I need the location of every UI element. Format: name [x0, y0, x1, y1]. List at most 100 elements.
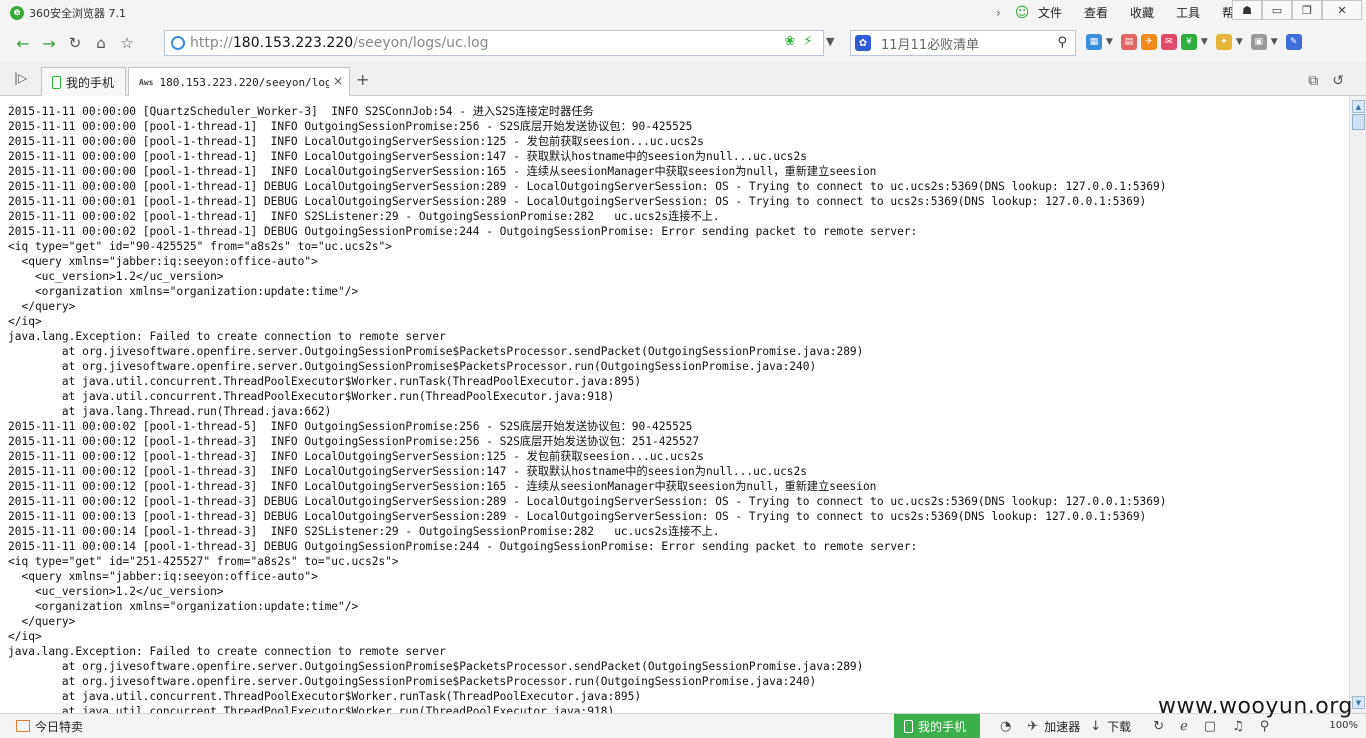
log-line: <iq type="get" id="251-425527" from="a8s…: [8, 555, 399, 568]
tab-label: 我的手机: [66, 75, 115, 90]
log-line: 2015-11-11 00:00:00 [pool-1-thread-1] IN…: [8, 150, 808, 163]
shield-icon[interactable]: ¥: [1180, 34, 1197, 50]
log-line: <organization xmlns="organization:update…: [8, 285, 359, 298]
chevron-down-icon[interactable]: ▼: [1201, 37, 1208, 47]
sidebar-toggle-icon[interactable]: |▷: [14, 71, 27, 85]
download-icon[interactable]: ↓: [1090, 719, 1101, 734]
back-icon[interactable]: ←: [10, 30, 36, 56]
mail-icon[interactable]: ✉: [1160, 34, 1177, 50]
window-controls: ☗ ▭ ❐ ✕: [1232, 0, 1362, 20]
log-line: 2015-11-11 00:00:00 [pool-1-thread-1] IN…: [8, 135, 704, 148]
accelerator-button[interactable]: 加速器: [1044, 718, 1080, 735]
screenshot-icon[interactable]: ▣: [1250, 34, 1267, 50]
phone-icon: [52, 75, 61, 89]
volume-icon[interactable]: ♫: [1232, 719, 1244, 734]
log-line: 2015-11-11 00:00:01 [pool-1-thread-1] DE…: [8, 195, 1147, 208]
url-path: /seeyon/logs/uc.log: [353, 35, 489, 51]
watermark: www.wooyun.org: [1158, 694, 1353, 719]
home-icon[interactable]: ⌂: [88, 30, 114, 56]
window-title: 360安全浏览器 7.1: [29, 6, 126, 20]
new-tab-button[interactable]: +: [356, 70, 369, 89]
phone-icon: [904, 719, 913, 733]
refresh-icon[interactable]: ↻: [1153, 719, 1164, 734]
pin-icon[interactable]: ☗: [1232, 0, 1262, 20]
log-line: <uc_version>1.2</uc_version>: [8, 585, 224, 598]
download-button[interactable]: 下载: [1107, 718, 1131, 735]
log-line: 2015-11-11 00:00:12 [pool-1-thread-3] IN…: [8, 480, 877, 493]
scroll-up-icon[interactable]: ▲: [1352, 100, 1365, 113]
log-line: </iq>: [8, 630, 42, 643]
extension-bar: ▦ ▼ ▤ ✈ ✉ ¥ ▼ ✦ ▼ ▣ ▼ ✎: [1086, 34, 1306, 50]
chevron-down-icon[interactable]: ▼: [1271, 37, 1278, 47]
restore-tabs-icon[interactable]: ⧉: [1308, 73, 1318, 89]
scroll-down-icon[interactable]: ▼: [1352, 696, 1365, 709]
tab-label: 180.153.223.220/seeyon/logs/uc.log: [159, 75, 330, 89]
log-line: 2015-11-11 00:00:02 [pool-1-thread-5] IN…: [8, 420, 693, 433]
tab-my-phone[interactable]: 我的手机: [41, 67, 126, 96]
my-phone-button[interactable]: 我的手机: [894, 714, 980, 738]
log-line: at java.lang.Thread.run(Thread.java:662): [8, 405, 332, 418]
log-line: at java.util.concurrent.ThreadPoolExecut…: [8, 390, 615, 403]
page-content: 2015-11-11 00:00:00 [QuartzScheduler_Wor…: [0, 96, 1349, 713]
log-line: at java.util.concurrent.ThreadPoolExecut…: [8, 705, 615, 713]
log-line: 2015-11-11 00:00:12 [pool-1-thread-3] IN…: [8, 465, 808, 478]
address-bar[interactable]: http://180.153.223.220/seeyon/logs/uc.lo…: [164, 30, 824, 56]
chevron-right-icon[interactable]: ›: [996, 6, 1008, 20]
menu-view[interactable]: 查看: [1084, 4, 1108, 21]
log-line: 2015-11-11 00:00:00 [pool-1-thread-1] DE…: [8, 180, 1167, 193]
baidu-paw-icon[interactable]: ✿: [855, 35, 871, 51]
forward-icon[interactable]: →: [36, 30, 62, 56]
log-line: at org.jivesoftware.openfire.server.Outg…: [8, 660, 864, 673]
speed-icon[interactable]: ◔: [1000, 719, 1011, 734]
log-line: at java.util.concurrent.ThreadPoolExecut…: [8, 690, 642, 703]
url-text[interactable]: http://180.153.223.220/seeyon/logs/uc.lo…: [190, 35, 489, 51]
zoom-icon[interactable]: ⚲: [1260, 719, 1270, 734]
ie-icon[interactable]: ℯ: [1180, 719, 1188, 734]
lightning-icon[interactable]: ⚡: [799, 34, 817, 49]
chevron-down-icon[interactable]: ▼: [1236, 37, 1243, 47]
scroll-thumb[interactable]: [1352, 114, 1365, 130]
log-line: java.lang.Exception: Failed to create co…: [8, 645, 446, 658]
chevron-down-icon[interactable]: ▼: [826, 35, 834, 48]
maximize-button[interactable]: ❐: [1292, 0, 1322, 20]
search-input[interactable]: 11月11必败清单: [881, 34, 979, 53]
close-button[interactable]: ✕: [1322, 0, 1362, 20]
window-icon[interactable]: ▢: [1204, 719, 1216, 734]
log-line: <organization xmlns="organization:update…: [8, 600, 359, 613]
url-host: 180.153.223.220: [232, 35, 354, 51]
log-line: </query>: [8, 615, 76, 628]
apps-icon[interactable]: ▦: [1086, 34, 1102, 50]
flight-icon[interactable]: ✈: [1140, 34, 1157, 50]
zoom-level[interactable]: 100%: [1329, 720, 1358, 731]
menu-file[interactable]: 文件: [1038, 4, 1062, 21]
tab-log[interactable]: Aws 180.153.223.220/seeyon/logs/uc.log ×: [128, 67, 350, 96]
user-icon[interactable]: ☺: [1014, 5, 1030, 21]
menu-favorites[interactable]: 收藏: [1130, 4, 1154, 21]
game-icon[interactable]: ✦: [1215, 34, 1232, 50]
news-icon[interactable]: ▤: [1120, 34, 1137, 50]
daily-deals-link[interactable]: 今日特卖: [35, 718, 83, 735]
log-line: at org.jivesoftware.openfire.server.Outg…: [8, 345, 864, 358]
undo-close-icon[interactable]: ↺: [1332, 73, 1344, 89]
tab-close-icon[interactable]: ×: [333, 74, 343, 88]
log-line: at java.util.concurrent.ThreadPoolExecut…: [8, 375, 642, 388]
log-line: at org.jivesoftware.openfire.server.Outg…: [8, 360, 817, 373]
chevron-down-icon[interactable]: ▼: [1106, 37, 1113, 47]
vertical-scrollbar[interactable]: ▲ ▼: [1349, 96, 1366, 713]
search-box[interactable]: ✿ 11月11必败清单 ⚲: [850, 30, 1076, 56]
accelerator-icon[interactable]: ✈: [1027, 719, 1038, 734]
translate-icon[interactable]: ✎: [1285, 34, 1302, 50]
title-bar: e 360安全浏览器 7.1 › ☺ 文件 查看 收藏 工具 帮助 ☗ ▭ ❐ …: [0, 0, 1366, 25]
refresh-icon[interactable]: ↻: [62, 30, 88, 56]
log-line: </query>: [8, 300, 76, 313]
menu-tools[interactable]: 工具: [1176, 4, 1200, 21]
search-icon[interactable]: ⚲: [1057, 35, 1067, 50]
log-line: 2015-11-11 00:00:00 [pool-1-thread-1] IN…: [8, 165, 877, 178]
star-icon[interactable]: ☆: [114, 30, 140, 56]
log-line: 2015-11-11 00:00:02 [pool-1-thread-1] DE…: [8, 225, 918, 238]
log-line: <query xmlns="jabber:iq:seeyon:office-au…: [8, 255, 318, 268]
menu-bar: › ☺ 文件 查看 收藏 工具 帮助: [996, 0, 1268, 25]
security-icon[interactable]: ❀: [781, 34, 799, 49]
log-line: </iq>: [8, 315, 42, 328]
minimize-button[interactable]: ▭: [1262, 0, 1292, 20]
